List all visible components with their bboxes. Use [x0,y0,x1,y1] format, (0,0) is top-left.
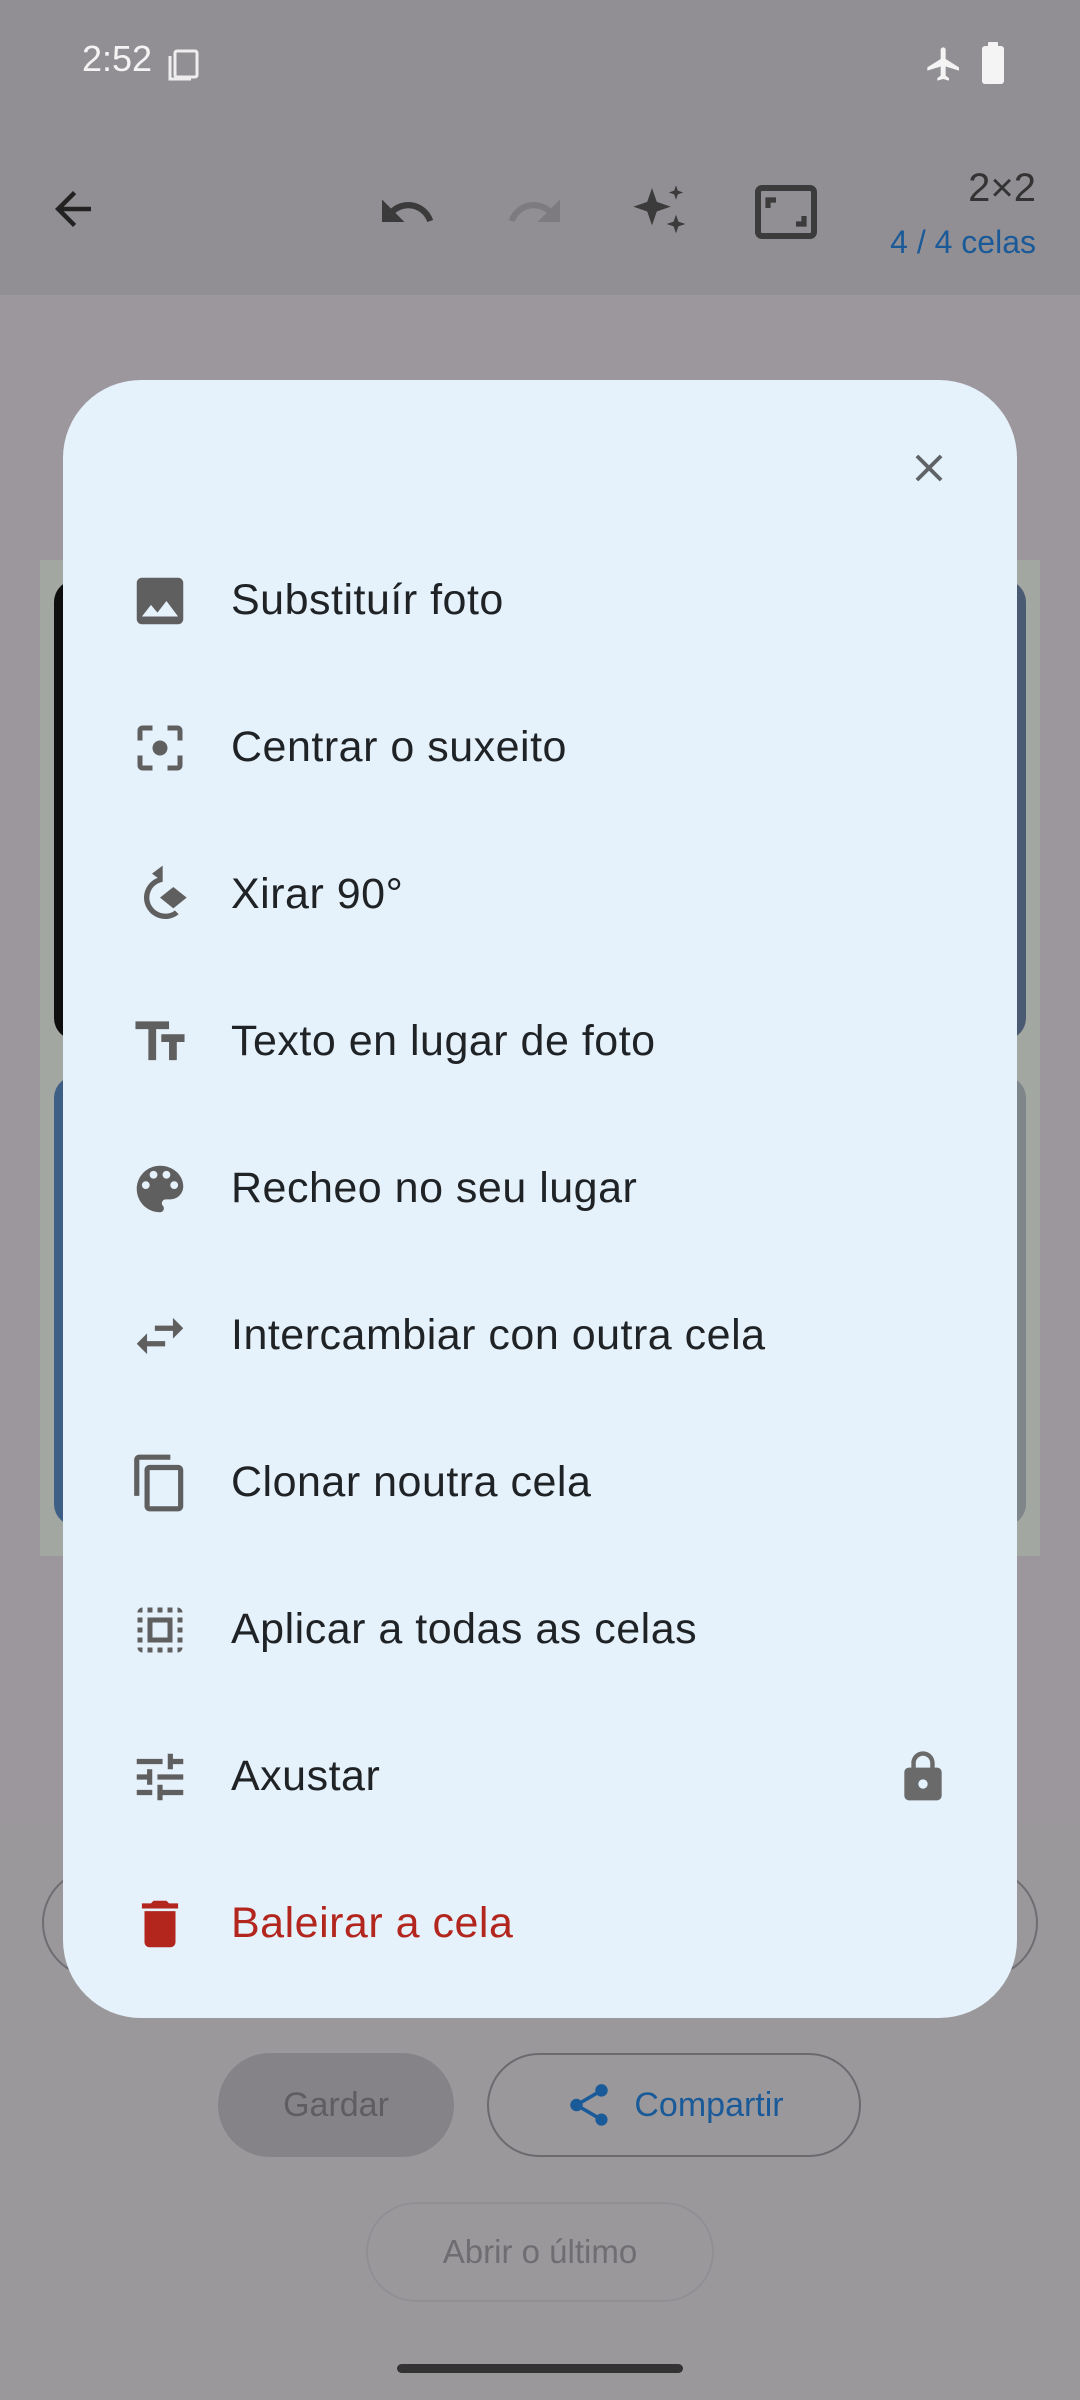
close-icon [915,454,943,482]
menu-item-label: Texto en lugar de foto [231,1017,656,1065]
battery-icon [982,42,1004,84]
copy-icon [123,1446,197,1520]
rotate-icon [123,858,197,932]
menu-item-fill-in-place[interactable]: Recheo no seu lugar [63,1115,1017,1262]
center-focus-icon [123,711,197,785]
back-arrow-icon[interactable] [46,182,100,236]
cells-count-label: 4 / 4 celas [890,224,1036,260]
undo-icon[interactable] [377,182,437,242]
aspect-ratio-icon[interactable] [754,184,818,240]
menu-item-label: Recheo no seu lugar [231,1164,638,1212]
menu-item-swap-cell[interactable]: Intercambiar con outra cela [63,1262,1017,1409]
menu-item-replace-photo[interactable]: Substituír foto [63,527,1017,674]
redo-icon[interactable] [505,182,565,242]
open-last-button[interactable]: Abrir o último [366,2202,714,2302]
menu-item-text-instead[interactable]: Texto en lugar de foto [63,968,1017,1115]
status-time: 2:52 [82,38,153,79]
menu-item-label: Xirar 90° [231,870,404,918]
share-label: Compartir [634,2085,784,2124]
share-icon [570,2084,609,2126]
text-fields-icon [123,1005,197,1079]
cell-options-dialog: Substituír foto Centrar o suxeito Xirar … [63,380,1017,2018]
menu-item-adjust[interactable]: Axustar [63,1703,1017,1850]
menu-item-clear-cell[interactable]: Baleirar a cela [63,1850,1017,1997]
airplane-mode-icon [927,47,959,81]
magic-sparkle-icon[interactable] [628,180,692,244]
grid-size-label: 2×2 [968,166,1036,210]
status-bar: 2:52 [0,0,1080,130]
menu-item-apply-all[interactable]: Aplicar a todas as celas [63,1556,1017,1703]
screenshot-notification-icon [168,49,199,81]
close-button[interactable] [901,440,957,496]
lock-icon [893,1747,953,1807]
menu-item-label: Aplicar a todas as celas [231,1605,698,1653]
tune-icon [123,1740,197,1814]
menu-item-label: Axustar [231,1752,381,1800]
image-icon [123,564,197,638]
home-indicator [397,2364,683,2373]
menu-item-label: Substituír foto [231,576,504,624]
menu-item-rotate-90[interactable]: Xirar 90° [63,821,1017,968]
menu-item-label: Baleirar a cela [231,1899,514,1947]
trash-icon [123,1887,197,1961]
palette-icon [123,1152,197,1226]
save-button[interactable]: Gardar [218,2053,454,2157]
menu-item-center-subject[interactable]: Centrar o suxeito [63,674,1017,821]
share-button[interactable]: Compartir [487,2053,861,2157]
swap-icon [123,1299,197,1373]
menu-item-clone-cell[interactable]: Clonar noutra cela [63,1409,1017,1556]
menu-item-label: Intercambiar con outra cela [231,1311,766,1359]
menu-item-label: Clonar noutra cela [231,1458,592,1506]
menu-item-label: Centrar o suxeito [231,723,567,771]
select-all-icon [123,1593,197,1667]
